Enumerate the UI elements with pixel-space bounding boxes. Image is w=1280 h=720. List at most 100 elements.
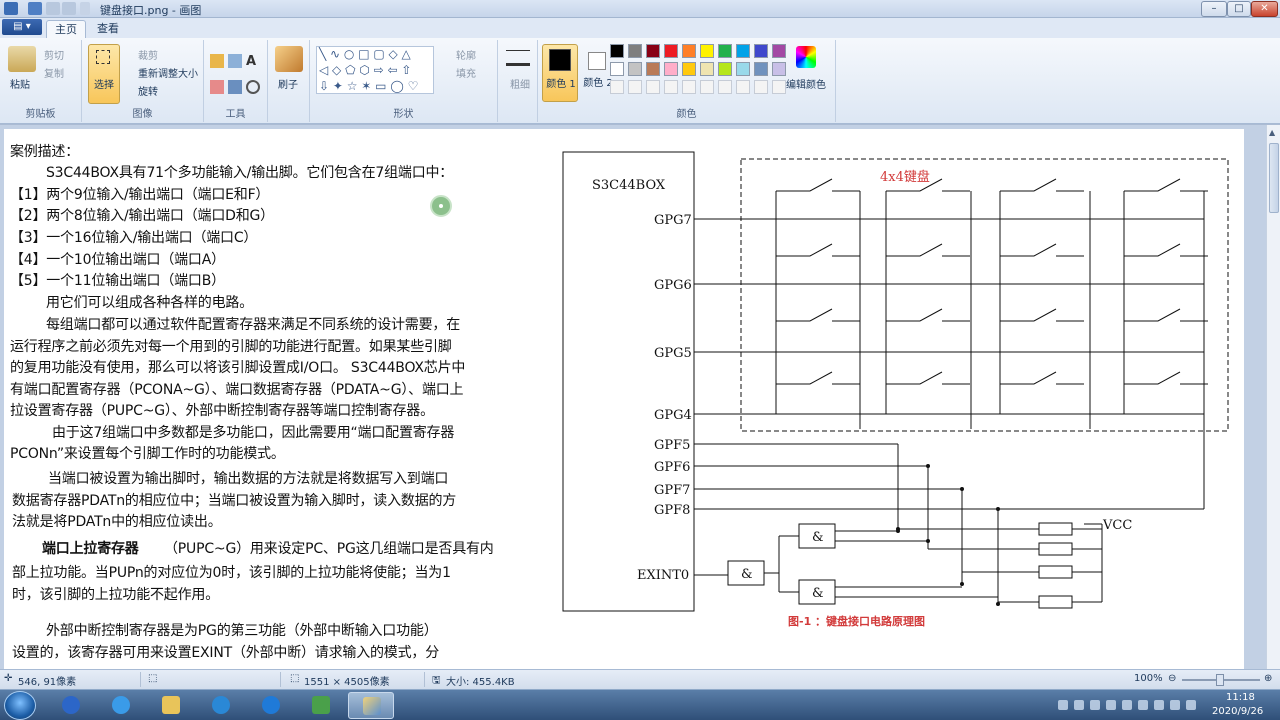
select-button-label[interactable]: 选择 bbox=[94, 76, 114, 91]
minimize-button[interactable]: – bbox=[1201, 1, 1227, 17]
tray-icon[interactable] bbox=[1122, 700, 1132, 710]
line-shape-icon[interactable]: ╲ ∿ ○ □ ▢ ◇ △ bbox=[319, 47, 411, 61]
brush-icon[interactable] bbox=[275, 46, 303, 72]
tab-home[interactable]: 主页 bbox=[46, 20, 86, 38]
clock-time[interactable]: 11:18 bbox=[1226, 692, 1255, 703]
start-button[interactable] bbox=[4, 691, 36, 720]
palette-swatch[interactable] bbox=[736, 62, 750, 76]
palette-swatch[interactable] bbox=[628, 62, 642, 76]
palette-swatch[interactable] bbox=[664, 44, 678, 58]
cut-button[interactable]: 剪切 bbox=[44, 47, 64, 62]
palette-empty-swatch[interactable] bbox=[754, 80, 768, 94]
size-button-label[interactable]: 粗细 bbox=[510, 76, 530, 91]
canvas-area[interactable]: 案例描述： S3C44BOX具有71个多功能输入/输出脚。它们包含在7组端口中： 【… bbox=[0, 125, 1280, 669]
cursor-position: 546, 91像素 bbox=[18, 677, 77, 688]
palette-empty-swatch[interactable] bbox=[772, 80, 786, 94]
palette-swatch[interactable] bbox=[718, 62, 732, 76]
tray-icon[interactable] bbox=[1090, 700, 1100, 710]
palette-swatch[interactable] bbox=[628, 44, 642, 58]
redo-icon[interactable] bbox=[62, 2, 76, 15]
tray-icon[interactable] bbox=[1058, 700, 1068, 710]
clipboard-group: 粘贴 剪切 复制 剪贴板 bbox=[0, 40, 82, 122]
palette-empty-swatch[interactable] bbox=[718, 80, 732, 94]
document-line: 【2】两个8位输入/输出端口（端口D和G） bbox=[10, 208, 274, 224]
paint-menu-button[interactable]: ▤ ▾ bbox=[2, 19, 42, 35]
scroll-up-icon[interactable]: ▲ bbox=[1269, 128, 1275, 137]
maximize-button[interactable]: □ bbox=[1227, 1, 1251, 17]
brushes-button-label[interactable]: 刷子 bbox=[278, 76, 298, 91]
palette-swatch[interactable] bbox=[772, 62, 786, 76]
save-icon[interactable] bbox=[28, 2, 42, 15]
zoom-slider[interactable] bbox=[1182, 674, 1260, 686]
magnifier-icon[interactable] bbox=[246, 80, 260, 94]
resize-button[interactable]: 重新调整大小 bbox=[138, 65, 198, 80]
zoom-in-button[interactable]: ⊕ bbox=[1264, 673, 1272, 684]
palette-swatch[interactable] bbox=[772, 44, 786, 58]
palette-swatch[interactable] bbox=[682, 62, 696, 76]
edit-colors-button[interactable]: 编辑颜色 bbox=[786, 76, 826, 91]
clock-date[interactable]: 2020/9/26 bbox=[1212, 706, 1263, 717]
taskbar-app-explorer[interactable] bbox=[148, 692, 194, 719]
zoom-slider-thumb[interactable] bbox=[1216, 674, 1224, 686]
outline-button[interactable]: 轮廓 bbox=[456, 47, 476, 62]
palette-swatch[interactable] bbox=[718, 44, 732, 58]
palette-swatch[interactable] bbox=[610, 44, 624, 58]
image-canvas[interactable]: 案例描述： S3C44BOX具有71个多功能输入/输出脚。它们包含在7组端口中： 【… bbox=[4, 129, 1244, 669]
paste-button-label[interactable]: 粘贴 bbox=[10, 76, 30, 91]
palette-empty-swatch[interactable] bbox=[628, 80, 642, 94]
palette-empty-swatch[interactable] bbox=[700, 80, 714, 94]
tray-icon[interactable] bbox=[1138, 700, 1148, 710]
palette-swatch[interactable] bbox=[700, 62, 714, 76]
line-size-icon[interactable] bbox=[506, 50, 530, 66]
fill-button[interactable]: 填充 bbox=[456, 65, 476, 80]
scroll-thumb[interactable] bbox=[1269, 143, 1279, 213]
copy-button[interactable]: 复制 bbox=[44, 65, 64, 80]
crop-button[interactable]: 裁剪 bbox=[138, 47, 158, 62]
tray-icon[interactable] bbox=[1106, 700, 1116, 710]
palette-swatch[interactable] bbox=[646, 62, 660, 76]
palette-empty-swatch[interactable] bbox=[682, 80, 696, 94]
tab-view[interactable]: 查看 bbox=[88, 20, 128, 38]
color-picker-icon[interactable] bbox=[228, 80, 242, 94]
palette-swatch[interactable] bbox=[610, 62, 624, 76]
shapes-gallery[interactable]: ╲ ∿ ○ □ ▢ ◇ △ ◁ ◇ ⬠ ⬡ ⇨ ⇦ ⇧ ⇩ ✦ ☆ ✶ ▭ ◯ … bbox=[316, 46, 434, 94]
zoom-out-button[interactable]: ⊖ bbox=[1168, 673, 1176, 684]
taskbar-app-ie[interactable] bbox=[98, 692, 144, 719]
taskbar-app-edge[interactable] bbox=[248, 692, 294, 719]
star-shape-icon[interactable]: ⇩ ✦ ☆ ✶ ▭ ◯ ♡ bbox=[319, 79, 418, 93]
edit-colors-icon[interactable] bbox=[796, 46, 816, 68]
palette-empty-swatch[interactable] bbox=[610, 80, 624, 94]
app-menu-icon[interactable] bbox=[4, 2, 18, 15]
polygon-shape-icon[interactable]: ◁ ◇ ⬠ ⬡ ⇨ ⇦ ⇧ bbox=[319, 63, 411, 77]
taskbar-app-store[interactable] bbox=[198, 692, 244, 719]
taskbar-app-paint[interactable] bbox=[348, 692, 394, 719]
key-switch bbox=[776, 243, 833, 257]
palette-swatch[interactable] bbox=[754, 44, 768, 58]
undo-icon[interactable] bbox=[46, 2, 60, 15]
palette-swatch[interactable] bbox=[664, 62, 678, 76]
close-button[interactable]: ✕ bbox=[1251, 1, 1278, 17]
color1-button[interactable]: 颜色 1 bbox=[542, 44, 578, 102]
tray-icon[interactable] bbox=[1154, 700, 1164, 710]
taskbar-app-baidu[interactable] bbox=[48, 692, 94, 719]
tray-icon[interactable] bbox=[1186, 700, 1196, 710]
palette-swatch[interactable] bbox=[736, 44, 750, 58]
palette-empty-swatch[interactable] bbox=[664, 80, 678, 94]
paste-icon[interactable] bbox=[8, 46, 36, 72]
vertical-scrollbar[interactable]: ▲ bbox=[1266, 125, 1280, 669]
eraser-icon[interactable] bbox=[210, 80, 224, 94]
quick-access-dropdown-icon[interactable] bbox=[80, 2, 90, 15]
text-tool-icon[interactable]: A bbox=[246, 54, 260, 69]
tray-icon[interactable] bbox=[1170, 700, 1180, 710]
palette-swatch[interactable] bbox=[700, 44, 714, 58]
pencil-icon[interactable] bbox=[210, 54, 224, 68]
palette-empty-swatch[interactable] bbox=[646, 80, 660, 94]
rotate-button[interactable]: 旋转 bbox=[138, 83, 158, 98]
taskbar-app-chart[interactable] bbox=[298, 692, 344, 719]
palette-swatch[interactable] bbox=[646, 44, 660, 58]
palette-empty-swatch[interactable] bbox=[736, 80, 750, 94]
palette-swatch[interactable] bbox=[682, 44, 696, 58]
tray-icon[interactable] bbox=[1074, 700, 1084, 710]
palette-swatch[interactable] bbox=[754, 62, 768, 76]
fill-bucket-icon[interactable] bbox=[228, 54, 242, 68]
